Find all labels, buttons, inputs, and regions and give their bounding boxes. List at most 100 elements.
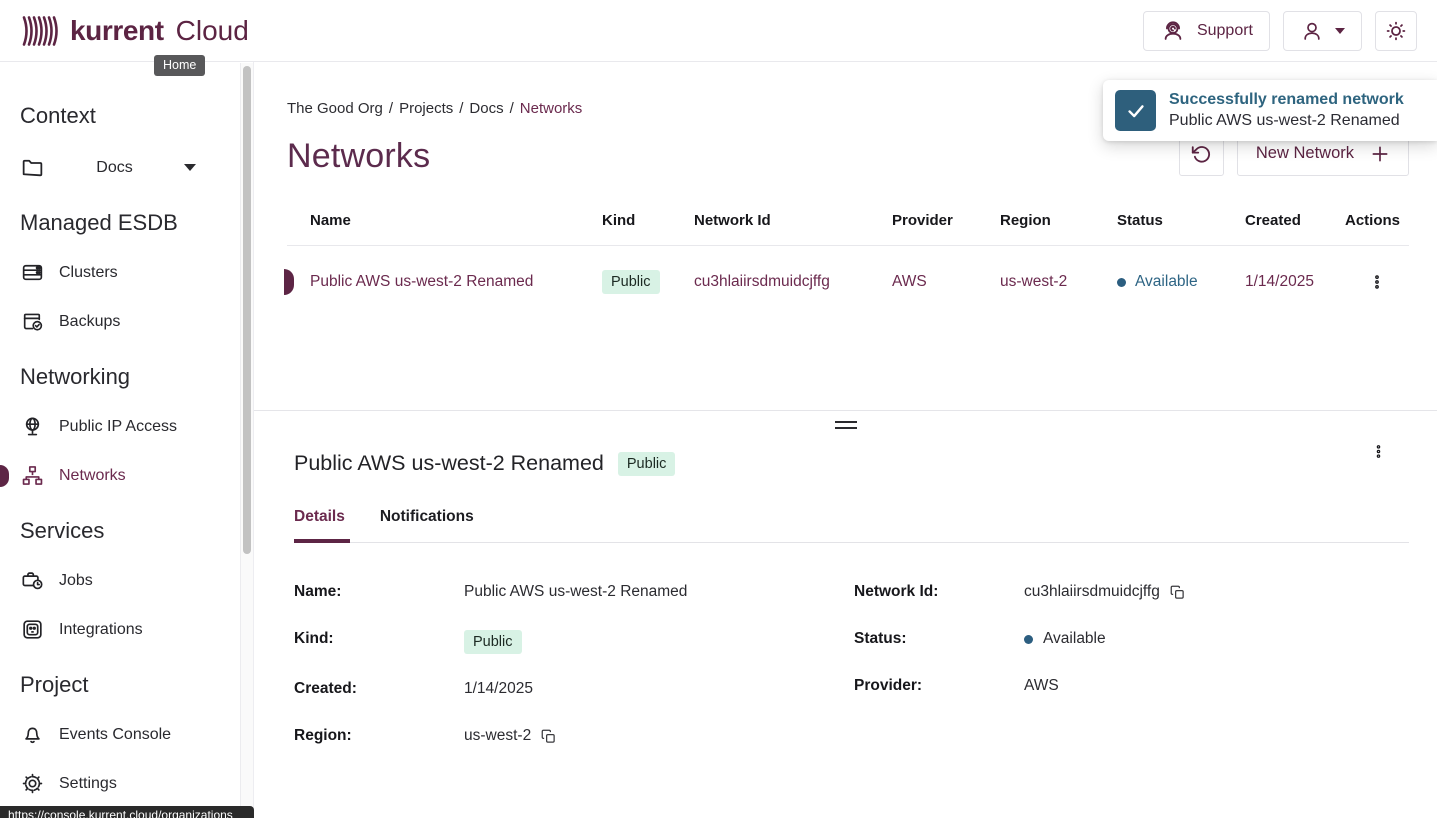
- detail-fields-right: Network Id: cu3hlaiirsdmuidcjffg Status:: [854, 583, 1409, 774]
- headset-icon: [1160, 18, 1186, 44]
- sidebar-item-label: Integrations: [59, 621, 143, 639]
- column-header-network-id: Network Id: [694, 200, 892, 246]
- home-tooltip: Home: [154, 55, 205, 76]
- sidebar-item-events-console[interactable]: Events Console: [20, 722, 240, 747]
- section-heading-managed-esdb: Managed ESDB: [20, 210, 240, 236]
- copy-region-button[interactable]: [541, 729, 556, 744]
- sidebar-item-label: Networks: [59, 467, 126, 485]
- cell-provider: AWS: [892, 246, 1000, 319]
- column-header-kind: Kind: [602, 200, 694, 246]
- sidebar-item-jobs[interactable]: Jobs: [20, 568, 240, 593]
- support-button[interactable]: Support: [1143, 11, 1270, 51]
- detail-kind-badge: Public: [618, 452, 676, 476]
- panel-drag-handle[interactable]: [835, 421, 857, 429]
- tab-notifications[interactable]: Notifications: [380, 508, 474, 542]
- sidebar: Context Docs Managed ESDB Clusters: [0, 63, 240, 818]
- sidebar-item-settings[interactable]: Settings: [20, 771, 240, 796]
- detail-panel-title: Public AWS us-west-2 Renamed: [294, 451, 604, 476]
- cell-network-id: cu3hlaiirsdmuidcjffg: [694, 246, 892, 319]
- row-actions-kebab-button[interactable]: [1368, 271, 1386, 293]
- field-kind: Kind: Public: [294, 630, 854, 654]
- panel-actions-kebab-button[interactable]: [1370, 441, 1387, 462]
- field-label: Network Id:: [854, 583, 1024, 601]
- status-text: Available: [1043, 630, 1106, 648]
- section-heading-context: Context: [20, 103, 240, 129]
- sidebar-item-networks[interactable]: Networks: [20, 463, 240, 488]
- status-dot-icon: [1024, 635, 1033, 644]
- sidebar-item-public-ip-access[interactable]: Public IP Access: [20, 414, 240, 439]
- breadcrumb-separator: /: [459, 100, 463, 117]
- context-selector-value: Docs: [45, 159, 184, 177]
- browser-status-bar: https://console.kurrent.cloud/organizati…: [0, 806, 254, 818]
- logo-brand-text: kurrent: [70, 15, 164, 47]
- breadcrumb-separator: /: [389, 100, 393, 117]
- breadcrumb-current: Networks: [520, 100, 583, 117]
- section-heading-project: Project: [20, 672, 240, 698]
- tab-details[interactable]: Details: [294, 508, 350, 543]
- field-label: Region:: [294, 727, 464, 745]
- section-heading-services: Services: [20, 518, 240, 544]
- field-created: Created: 1/14/2025: [294, 680, 854, 701]
- field-name: Name: Public AWS us-west-2 Renamed: [294, 583, 854, 604]
- sun-icon: [1384, 19, 1408, 43]
- field-label: Provider:: [854, 677, 1024, 695]
- toast-title: Successfully renamed network: [1169, 91, 1404, 109]
- breadcrumb-org-link[interactable]: The Good Org: [287, 100, 383, 117]
- status-text: Available: [1135, 273, 1198, 291]
- theme-toggle-button[interactable]: [1375, 11, 1417, 51]
- sidebar-item-label: Jobs: [59, 572, 93, 590]
- plus-icon: [1370, 144, 1390, 164]
- detail-fields-left: Name: Public AWS us-west-2 Renamed Kind:…: [294, 583, 854, 774]
- cell-actions: [1345, 246, 1409, 319]
- field-label: Kind:: [294, 630, 464, 648]
- toast-text: Successfully renamed network Public AWS …: [1169, 91, 1404, 130]
- cell-created: 1/14/2025: [1245, 246, 1345, 319]
- breadcrumb-projects-link[interactable]: Projects: [399, 100, 453, 117]
- cell-status: Available: [1117, 246, 1245, 319]
- copy-network-id-button[interactable]: [1170, 585, 1185, 600]
- sidebar-item-label: Backups: [59, 313, 120, 331]
- sidebar-scrollbar-thumb[interactable]: [243, 66, 251, 554]
- detail-tabs: Details Notifications: [294, 508, 1409, 543]
- sidebar-scrollbar-track[interactable]: [240, 63, 253, 818]
- logo-product-text: Cloud: [176, 15, 249, 47]
- chevron-down-icon: [1335, 28, 1345, 34]
- account-menu-button[interactable]: [1283, 11, 1362, 51]
- field-value: us-west-2: [464, 727, 531, 745]
- success-toast: Successfully renamed network Public AWS …: [1103, 80, 1437, 141]
- field-label: Created:: [294, 680, 464, 698]
- sidebar-item-clusters[interactable]: Clusters: [20, 260, 240, 285]
- breadcrumb-separator: /: [510, 100, 514, 117]
- refresh-icon: [1190, 143, 1212, 165]
- globe-icon: [20, 414, 45, 439]
- field-value: cu3hlaiirsdmuidcjffg: [1024, 583, 1160, 601]
- sitemap-icon: [20, 463, 45, 488]
- network-detail-panel: Public AWS us-west-2 Renamed Public Deta…: [254, 410, 1437, 818]
- sidebar-item-integrations[interactable]: Integrations: [20, 617, 240, 642]
- person-icon: [1300, 19, 1324, 43]
- project-context-selector[interactable]: Docs: [20, 155, 240, 180]
- chevron-down-icon: [184, 164, 196, 171]
- field-value: Public AWS us-west-2 Renamed: [464, 583, 687, 601]
- main-content: The Good Org / Projects / Docs / Networks Netw…: [253, 62, 1437, 818]
- kurrent-logo[interactable]: kurrent Cloud: [20, 15, 249, 47]
- table-header-row: Name Kind Network Id Provider Region Sta…: [287, 200, 1409, 246]
- briefcase-clock-icon: [20, 568, 45, 593]
- gear-icon: [20, 771, 45, 796]
- breadcrumb-project-link[interactable]: Docs: [469, 100, 503, 117]
- field-value: 1/14/2025: [464, 680, 533, 698]
- support-label: Support: [1197, 22, 1253, 40]
- field-label: Name:: [294, 583, 464, 601]
- check-icon: [1115, 90, 1156, 131]
- selected-row-marker: [284, 269, 294, 295]
- column-header-region: Region: [1000, 200, 1117, 246]
- table-row[interactable]: Public AWS us-west-2 Renamed Public cu3h…: [287, 246, 1409, 319]
- kind-badge: Public: [602, 270, 660, 294]
- sidebar-item-backups[interactable]: Backups: [20, 309, 240, 334]
- field-provider: Provider: AWS: [854, 677, 1409, 698]
- field-network-id: Network Id: cu3hlaiirsdmuidcjffg: [854, 583, 1409, 604]
- field-label: Status:: [854, 630, 1024, 648]
- sidebar-item-label: Public IP Access: [59, 418, 177, 436]
- column-header-status: Status: [1117, 200, 1245, 246]
- column-header-provider: Provider: [892, 200, 1000, 246]
